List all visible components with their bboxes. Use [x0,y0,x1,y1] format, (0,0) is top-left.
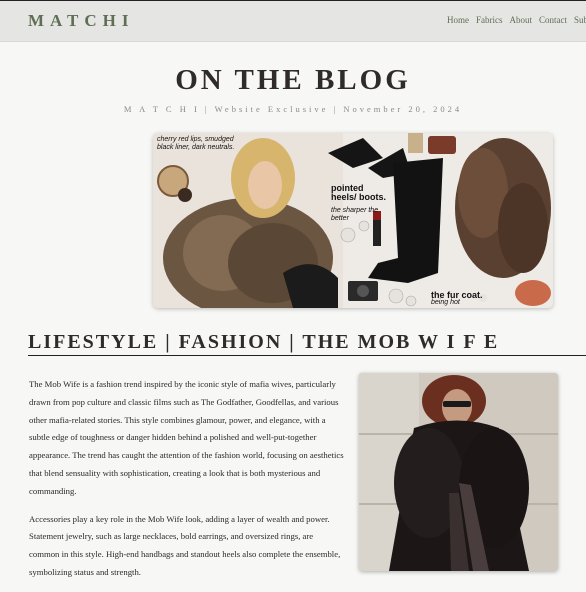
nav-contact-link[interactable]: Contact [539,15,567,25]
hero-moodboard-image: cherry red lips, smudged black liner, da… [153,133,553,308]
caption-lips: cherry red lips, smudged black liner, da… [157,136,235,151]
article-paragraph: Accessories play a key role in the Mob W… [29,513,341,577]
nav-fabrics-link[interactable]: Fabrics [476,15,503,25]
nav-about-link[interactable]: About [510,15,533,25]
caption-heels-title: pointed heels/ boots. [331,183,391,202]
caption-coat-sub: being hot [431,299,460,306]
section-divider [28,355,586,356]
brand-logo[interactable]: MATCHI [28,11,135,31]
article-paragraph: The Mob Wife is a fashion trend inspired… [29,379,344,496]
nav-subscribe-link[interactable]: Subscribe [574,15,586,25]
blog-meta: M A T C H I | Website Exclusive | Novemb… [123,104,463,114]
section-title: LIFESTYLE | FASHION | THE MOB W I F E [28,331,500,353]
article-photo [359,373,558,571]
main-nav: Home Fabrics About Contact Subscribe [447,15,586,25]
site-header: MATCHI Home Fabrics About Contact Subscr… [0,1,586,42]
caption-heels-title-text: pointed heels/ boots. [331,183,387,202]
mob-wife-photo-illustration [359,373,558,571]
article-body: The Mob Wife is a fashion trend inspired… [29,376,345,592]
caption-heels-sub: the sharper the better [331,207,379,222]
nav-home-link[interactable]: Home [447,15,469,25]
blog-title: ON THE BLOG [175,64,411,96]
